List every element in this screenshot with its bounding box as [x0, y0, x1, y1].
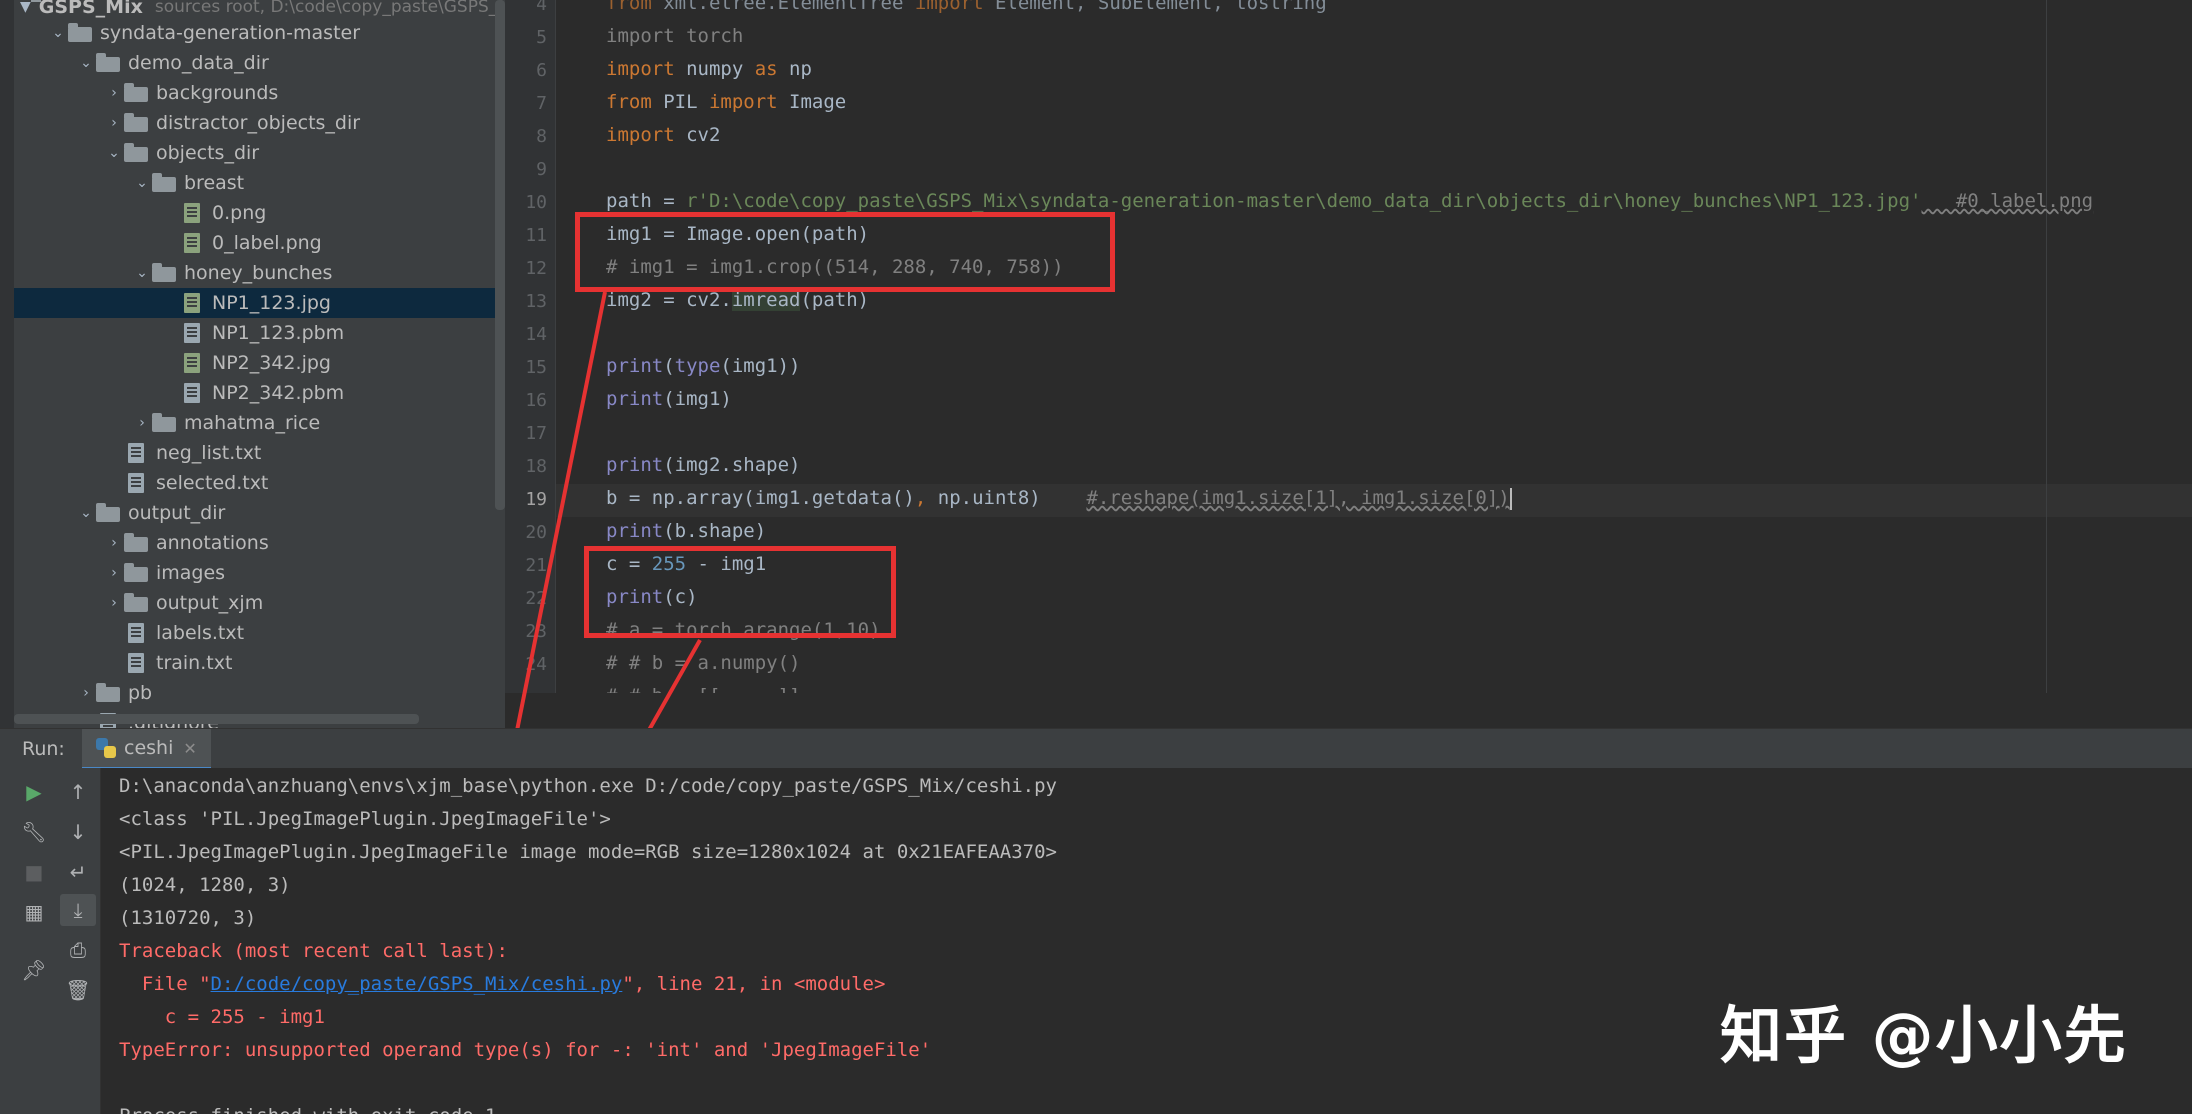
close-icon[interactable]: ✕ [183, 739, 196, 758]
console-error-line: c = 255 - img1 [119, 1006, 325, 1028]
rerun-icon[interactable]: ▶ [16, 776, 52, 808]
stop-icon[interactable]: ■ [16, 856, 52, 888]
zhihu-watermark: 知乎 @小小先 [1720, 999, 2128, 1072]
console-line: D:\anaconda\anzhuang\envs\xjm_base\pytho… [119, 775, 1057, 797]
console-line: (1310720, 3) [119, 907, 257, 929]
console-line: (1024, 1280, 3) [119, 874, 291, 896]
console-error-line: File "D:/code/copy_paste/GSPS_Mix/ceshi.… [119, 973, 886, 995]
layout-icon[interactable]: ▦ [16, 896, 52, 928]
file-link[interactable]: D:/code/copy_paste/GSPS_Mix/ceshi.py [211, 973, 623, 995]
python-icon [96, 738, 116, 758]
console-error-line: TypeError: unsupported operand type(s) f… [119, 1039, 932, 1061]
print-icon[interactable]: ⎙ [60, 934, 96, 966]
run-toolbar: ▶ ↑ 🔧︎ ↓ ■ ↵ ▦ ⤓ ⎙ 📌︎ 🗑︎ [0, 768, 101, 1114]
run-label: Run: [22, 738, 65, 760]
run-tab-ceshi[interactable]: ceshi ✕ [82, 729, 211, 770]
console-line: Process finished with exit code 1 [119, 1105, 497, 1114]
pin-icon[interactable]: 📌︎ [16, 954, 52, 986]
arrow-down-icon[interactable]: ↓ [60, 816, 96, 848]
console-line: <PIL.JpegImagePlugin.JpegImageFile image… [119, 841, 1057, 863]
run-panel-header: Run: ceshi ✕ [0, 728, 2192, 770]
console-line: <class 'PIL.JpegImagePlugin.JpegImageFil… [119, 808, 611, 830]
soft-wrap-icon[interactable]: ↵ [60, 856, 96, 888]
scroll-to-end-icon[interactable]: ⤓ [60, 894, 96, 926]
arrow-up-icon[interactable]: ↑ [60, 776, 96, 808]
run-tab-label: ceshi [124, 737, 174, 759]
trash-icon[interactable]: 🗑︎ [60, 974, 96, 1006]
console-error-line: Traceback (most recent call last): [119, 940, 508, 962]
wrench-icon[interactable]: 🔧︎ [16, 816, 52, 848]
